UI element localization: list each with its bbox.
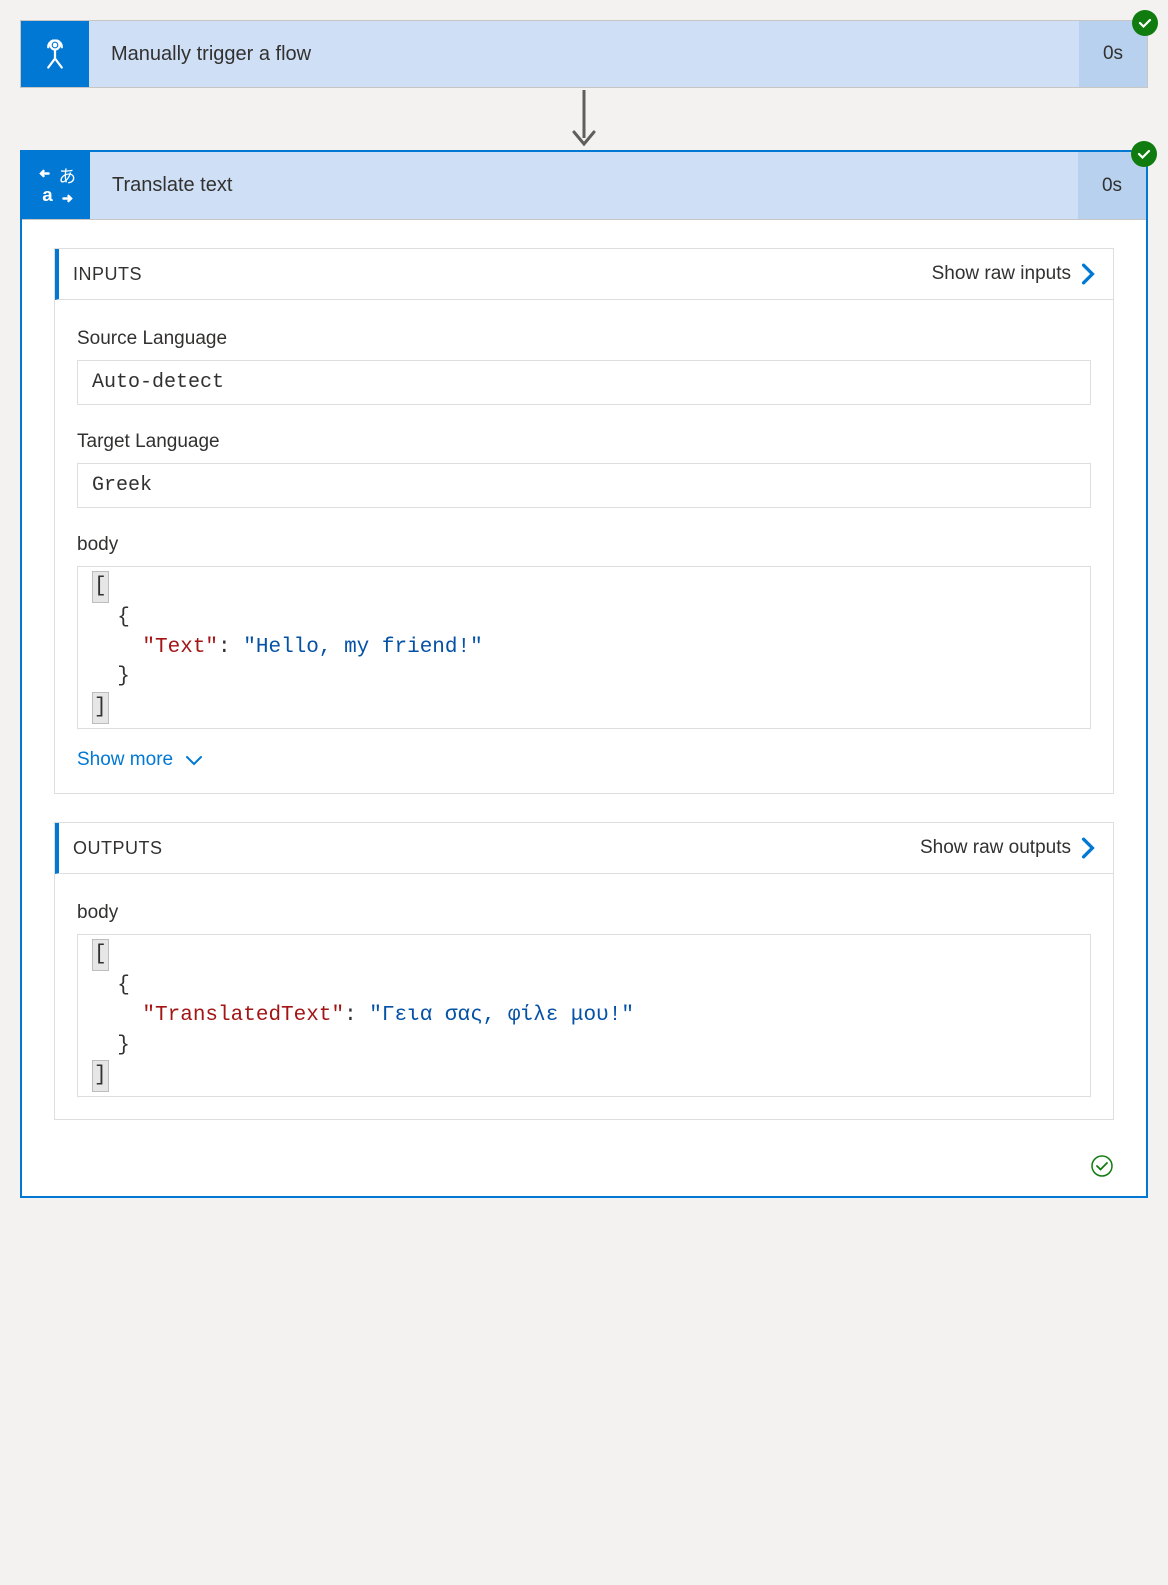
svg-text:a: a xyxy=(42,184,53,205)
show-raw-outputs-link[interactable]: Show raw outputs xyxy=(920,837,1095,859)
source-language-value: Auto-detect xyxy=(77,360,1091,405)
json-value-translated: "Γεια σας, φίλε μου!" xyxy=(369,1004,634,1027)
inputs-header: INPUTS Show raw inputs xyxy=(55,249,1113,300)
show-raw-outputs-label: Show raw outputs xyxy=(920,837,1071,859)
source-language-label: Source Language xyxy=(77,328,1091,350)
chevron-right-icon xyxy=(1081,837,1095,859)
trigger-title: Manually trigger a flow xyxy=(89,21,1079,87)
outputs-panel: OUTPUTS Show raw outputs body [ { "Trans… xyxy=(54,822,1114,1120)
inputs-title: INPUTS xyxy=(73,264,932,285)
success-badge-icon xyxy=(1131,141,1157,167)
trigger-icon xyxy=(21,21,89,87)
show-raw-inputs-link[interactable]: Show raw inputs xyxy=(932,263,1095,285)
json-value-text: "Hello, my friend!" xyxy=(243,636,482,659)
output-body-json: [ { "TranslatedText": "Γεια σας, φίλε μο… xyxy=(77,934,1091,1097)
svg-text:あ: あ xyxy=(59,166,77,186)
input-body-json: [ { "Text": "Hello, my friend!" } ] xyxy=(77,566,1091,729)
footer-success-icon xyxy=(22,1150,1146,1196)
show-more-link[interactable]: Show more xyxy=(77,749,203,771)
success-badge-icon xyxy=(1132,10,1158,36)
action-card: あ a Translate text 0s INPUTS Show raw in… xyxy=(20,150,1148,1198)
trigger-card[interactable]: Manually trigger a flow 0s xyxy=(20,20,1148,88)
target-language-value: Greek xyxy=(77,463,1091,508)
show-raw-inputs-label: Show raw inputs xyxy=(932,263,1071,285)
outputs-header: OUTPUTS Show raw outputs xyxy=(55,823,1113,874)
input-body-label: body xyxy=(77,534,1091,556)
show-more-label: Show more xyxy=(77,749,173,771)
action-title: Translate text xyxy=(90,152,1078,219)
action-header[interactable]: あ a Translate text 0s xyxy=(22,152,1146,220)
arrow-connector-icon xyxy=(20,88,1148,150)
chevron-down-icon xyxy=(185,754,203,766)
inputs-panel: INPUTS Show raw inputs Source Language A… xyxy=(54,248,1114,794)
outputs-title: OUTPUTS xyxy=(73,838,920,859)
translate-icon: あ a xyxy=(22,152,90,219)
json-key-text: "Text" xyxy=(142,636,218,659)
chevron-right-icon xyxy=(1081,263,1095,285)
json-key-translated: "TranslatedText" xyxy=(142,1004,344,1027)
target-language-label: Target Language xyxy=(77,431,1091,453)
output-body-label: body xyxy=(77,902,1091,924)
